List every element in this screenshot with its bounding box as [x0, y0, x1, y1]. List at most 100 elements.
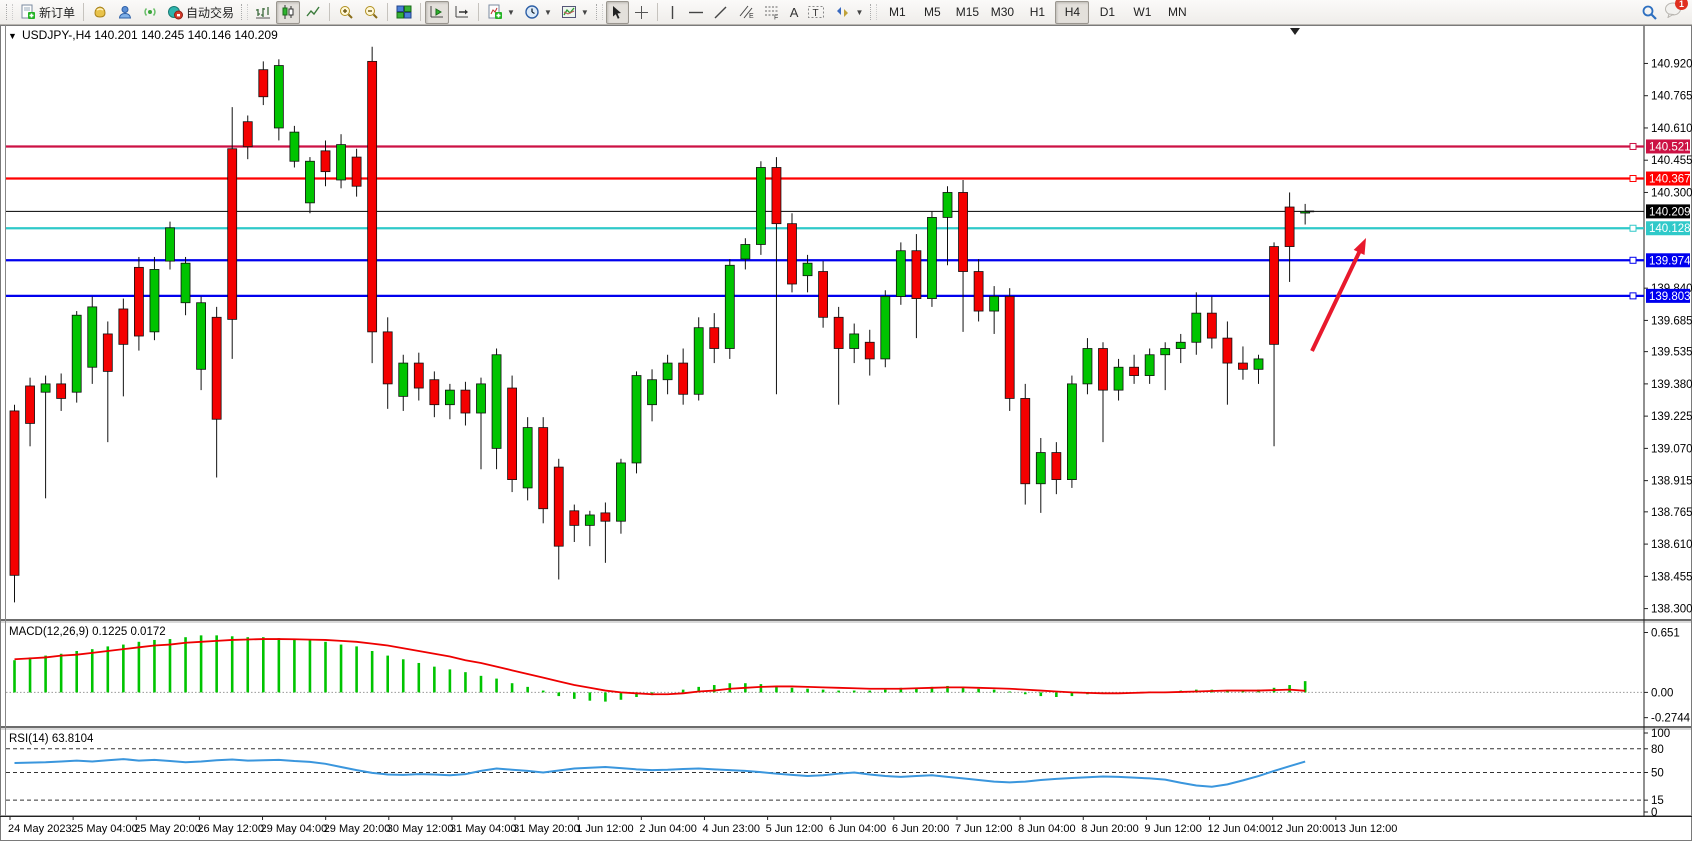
- auto-scroll-icon: [429, 4, 445, 20]
- timeframe-button-m30[interactable]: M30: [985, 1, 1019, 24]
- timeframe-button-w1[interactable]: W1: [1125, 1, 1159, 24]
- timeframe-button-m1[interactable]: M1: [880, 1, 914, 24]
- macd-axis-label: -0.2744: [1651, 713, 1691, 725]
- candle: [539, 417, 548, 523]
- timeframe-button-m5[interactable]: M5: [915, 1, 949, 24]
- chart-shift-button[interactable]: [450, 1, 474, 24]
- candle-body: [648, 380, 657, 405]
- new-order-button[interactable]: 新订单: [16, 1, 79, 24]
- timeframe-button-m15[interactable]: M15: [950, 1, 984, 24]
- zoom-in-button[interactable]: [334, 1, 358, 24]
- candle-body: [1285, 207, 1294, 247]
- candle-body: [616, 463, 625, 521]
- tile-windows-button[interactable]: [392, 1, 416, 24]
- price-axis-label: 138.300: [1651, 604, 1692, 616]
- notification-count-badge: 1: [1675, 0, 1688, 10]
- candle-body: [119, 309, 128, 344]
- candle-body: [212, 317, 221, 419]
- toolbar-grip[interactable]: [6, 4, 13, 20]
- candle-body: [585, 515, 594, 525]
- line-chart-button[interactable]: [301, 1, 325, 24]
- time-axis-label: 4 Jun 23:00: [702, 823, 760, 835]
- time-axis-label: 25 May 20:00: [134, 823, 201, 835]
- new-order-label: 新订单: [39, 4, 75, 21]
- candle-body: [772, 167, 781, 223]
- price-axis-label: 139.685: [1651, 315, 1692, 327]
- time-axis-label: 2 Jun 04:00: [639, 823, 697, 835]
- fibonacci-tool-button[interactable]: F: [760, 1, 785, 24]
- candle: [10, 405, 19, 603]
- chart-shift-icon: [454, 4, 470, 20]
- timeframe-button-h1[interactable]: H1: [1020, 1, 1054, 24]
- templates-button[interactable]: ▼: [557, 1, 593, 24]
- signals-button[interactable]: [138, 1, 162, 24]
- label-tool-button[interactable]: T: [803, 1, 829, 24]
- candle: [508, 376, 517, 493]
- candle-body: [383, 332, 392, 384]
- candle-body: [554, 467, 563, 546]
- candle-body: [368, 61, 377, 331]
- hline-handle[interactable]: [1630, 176, 1636, 182]
- candle-body: [710, 328, 719, 349]
- vertical-line-tool-button[interactable]: [662, 1, 683, 24]
- timeframe-button-d1[interactable]: D1: [1090, 1, 1124, 24]
- zoom-in-icon: [338, 4, 354, 20]
- auto-scroll-button[interactable]: [425, 1, 449, 24]
- periods-button[interactable]: ▼: [520, 1, 556, 24]
- hline-handle[interactable]: [1630, 293, 1636, 299]
- rsi-axis-label: 80: [1651, 744, 1664, 756]
- candle-body: [134, 267, 143, 336]
- zoom-out-button[interactable]: [359, 1, 383, 24]
- horizontal-line-tool-button[interactable]: [684, 1, 708, 24]
- arrows-tool-button[interactable]: ▼: [830, 1, 867, 24]
- candle: [896, 242, 905, 304]
- hline-price-badge-label: 139.974: [1649, 255, 1691, 267]
- trendline-tool-button[interactable]: [709, 1, 733, 24]
- price-axis-label: 140.610: [1651, 123, 1692, 135]
- time-axis-label: 31 May 20:00: [513, 823, 580, 835]
- timeframe-button-h4[interactable]: H4: [1055, 1, 1089, 24]
- timeframe-button-mn[interactable]: MN: [1160, 1, 1194, 24]
- hline-handle[interactable]: [1630, 225, 1636, 231]
- time-axis-label: 9 Jun 12:00: [1144, 823, 1202, 835]
- candle-body: [10, 411, 19, 575]
- rsi-axis-label: 100: [1651, 728, 1670, 740]
- community-button[interactable]: [113, 1, 137, 24]
- candle-body: [834, 317, 843, 348]
- candle-body: [1021, 398, 1030, 483]
- candlestick-chart-button[interactable]: [276, 1, 300, 24]
- text-tool-button[interactable]: A: [786, 1, 803, 24]
- new-order-icon: [20, 4, 36, 20]
- candle-body: [881, 296, 890, 358]
- chart-title-collapse-icon[interactable]: ▼: [8, 31, 17, 41]
- wallet-button[interactable]: [88, 1, 112, 24]
- candle-body: [41, 384, 50, 392]
- price-axis-label: 138.765: [1651, 507, 1692, 519]
- candle-body: [197, 303, 206, 370]
- autotrade-button[interactable]: 自动交易: [163, 1, 238, 24]
- search-icon[interactable]: [1641, 4, 1658, 21]
- candle-body: [352, 157, 361, 186]
- templates-caret-icon: ▼: [581, 8, 589, 17]
- candle-body: [803, 263, 812, 275]
- bar-chart-button[interactable]: [251, 1, 275, 24]
- notifications-button[interactable]: 1: [1664, 1, 1682, 23]
- rsi-axis-label: 15: [1651, 795, 1664, 807]
- candle-body: [1176, 342, 1185, 348]
- hline-price-badge-label: 140.209: [1649, 206, 1691, 218]
- candle-body: [865, 342, 874, 359]
- time-axis-label: 7 Jun 12:00: [955, 823, 1013, 835]
- hline-handle[interactable]: [1630, 143, 1636, 149]
- cursor-tool-button[interactable]: [606, 1, 629, 24]
- candle-body: [72, 315, 81, 392]
- candle-body: [1223, 338, 1232, 363]
- equidistant-channel-tool-button[interactable]: E: [734, 1, 759, 24]
- indicators-button[interactable]: ▼: [483, 1, 519, 24]
- candle-body: [1254, 359, 1263, 369]
- mt4-terminal-window: { "toolbar": { "new_order_label": "新订单",…: [0, 0, 1692, 841]
- candle-body: [1052, 453, 1061, 480]
- macd-label: MACD(12,26,9) 0.1225 0.0172: [9, 626, 166, 638]
- hline-handle[interactable]: [1630, 257, 1636, 263]
- usdjpy-h4-chart[interactable]: 140.920140.765140.610140.455140.300139.8…: [0, 25, 1692, 841]
- crosshair-tool-button[interactable]: [630, 1, 653, 24]
